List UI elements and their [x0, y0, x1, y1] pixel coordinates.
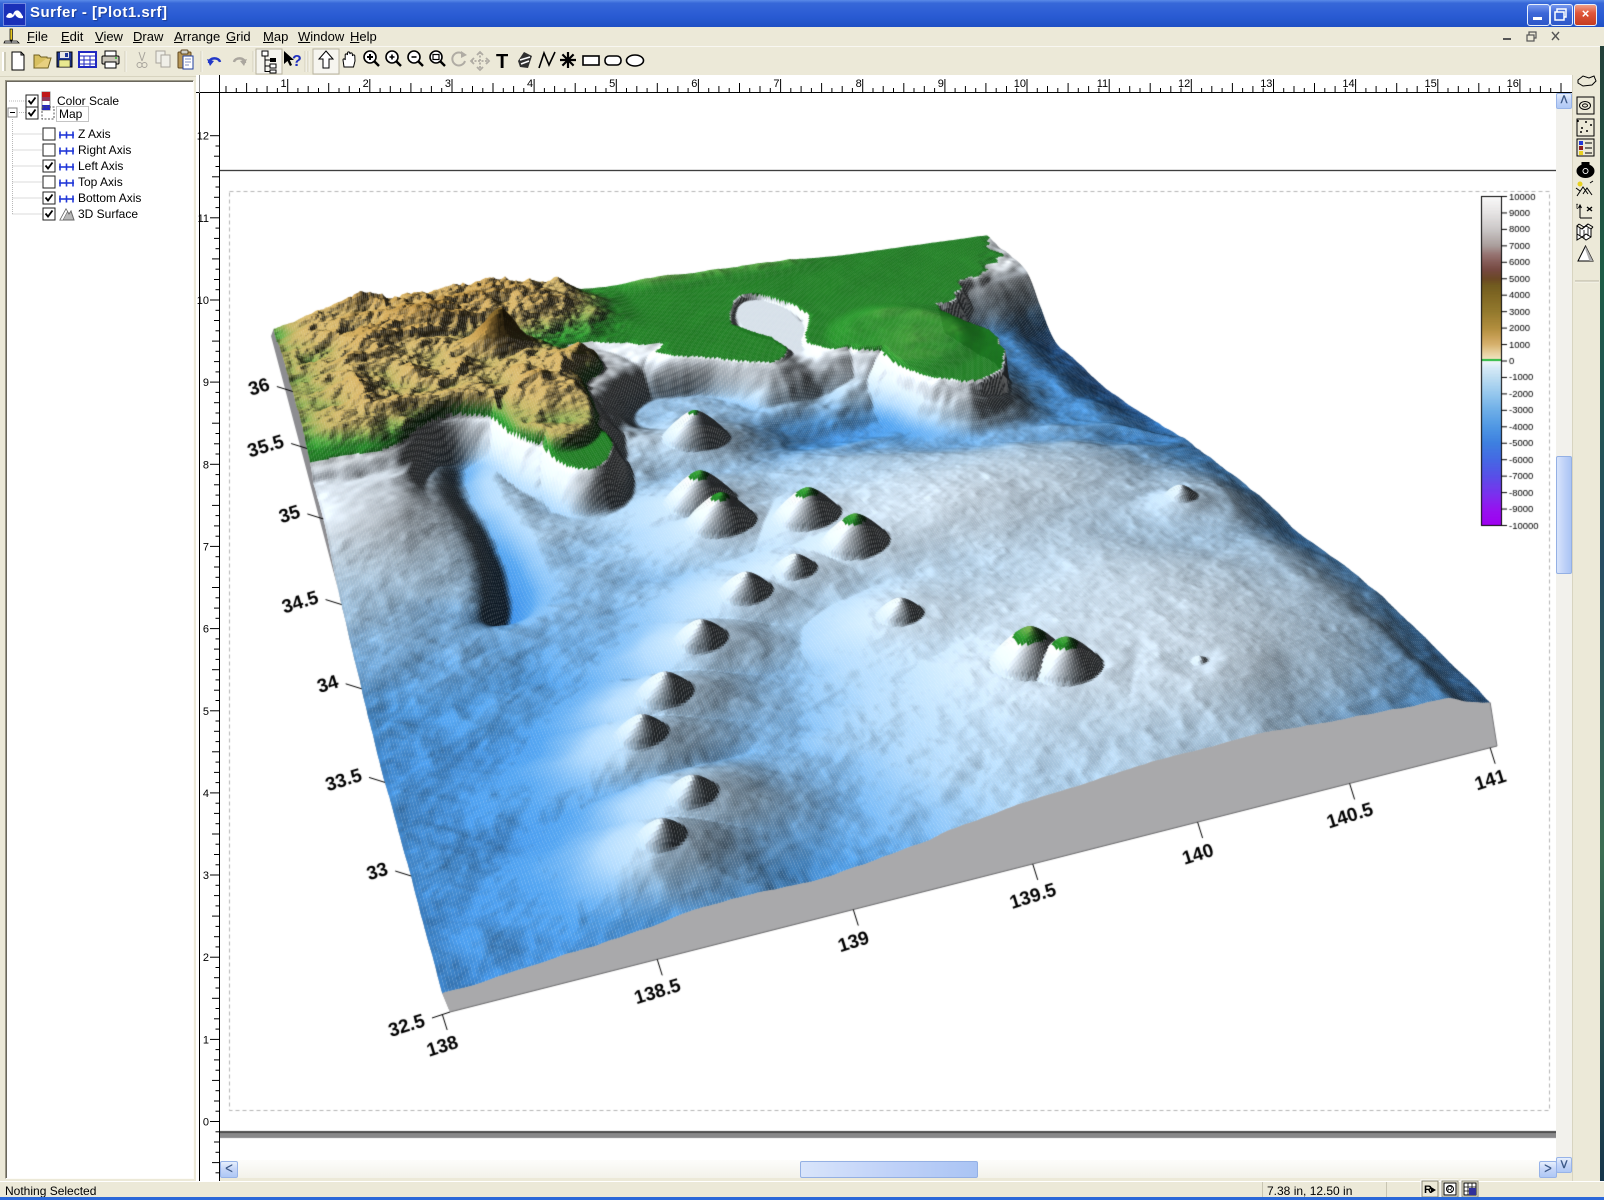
- svg-text:Color Scale: Color Scale: [57, 94, 119, 108]
- svg-text:8: 8: [856, 78, 862, 90]
- svg-text:8: 8: [203, 459, 209, 471]
- svg-text:12: 12: [1178, 78, 1190, 90]
- svg-text:?: ?: [292, 53, 302, 70]
- svg-text:3D Surface: 3D Surface: [78, 207, 138, 221]
- svg-text:T: T: [496, 51, 508, 73]
- svg-text:5: 5: [203, 706, 209, 718]
- svg-text:4: 4: [203, 788, 209, 800]
- svg-text:Left Axis: Left Axis: [78, 159, 123, 173]
- svg-text:14: 14: [1342, 78, 1354, 90]
- svg-text:R: R: [1447, 1185, 1453, 1194]
- svg-text:16: 16: [1507, 78, 1519, 90]
- svg-text:5: 5: [609, 78, 615, 90]
- svg-text:2: 2: [363, 78, 369, 90]
- svg-text:0: 0: [203, 1117, 209, 1129]
- svg-text:Z Axis: Z Axis: [78, 127, 111, 141]
- svg-text:t: t: [1576, 202, 1579, 211]
- svg-text:11: 11: [198, 213, 209, 225]
- svg-text:Right Axis: Right Axis: [78, 143, 131, 157]
- svg-text:15: 15: [1425, 78, 1437, 90]
- svg-text:3: 3: [203, 870, 209, 882]
- svg-text:10: 10: [1014, 78, 1026, 90]
- svg-text:2: 2: [203, 952, 209, 964]
- svg-text:3: 3: [445, 78, 451, 90]
- svg-text:13: 13: [1260, 78, 1272, 90]
- svg-text:Bottom Axis: Bottom Axis: [78, 191, 141, 205]
- svg-text:1: 1: [203, 1034, 209, 1046]
- svg-text:12: 12: [197, 131, 209, 143]
- svg-text:7: 7: [773, 78, 779, 90]
- svg-text:9: 9: [938, 78, 944, 90]
- svg-text:Top Axis: Top Axis: [78, 175, 123, 189]
- svg-text:6: 6: [691, 78, 697, 90]
- svg-text:11: 11: [1097, 78, 1108, 90]
- svg-text:4: 4: [527, 78, 533, 90]
- svg-text:R: R: [1424, 1184, 1432, 1196]
- svg-text:10: 10: [197, 295, 209, 307]
- svg-text:Map: Map: [59, 107, 83, 121]
- svg-text:7: 7: [203, 541, 209, 553]
- svg-text:6: 6: [203, 624, 209, 636]
- svg-text:1: 1: [281, 78, 287, 90]
- svg-text:9: 9: [203, 377, 209, 389]
